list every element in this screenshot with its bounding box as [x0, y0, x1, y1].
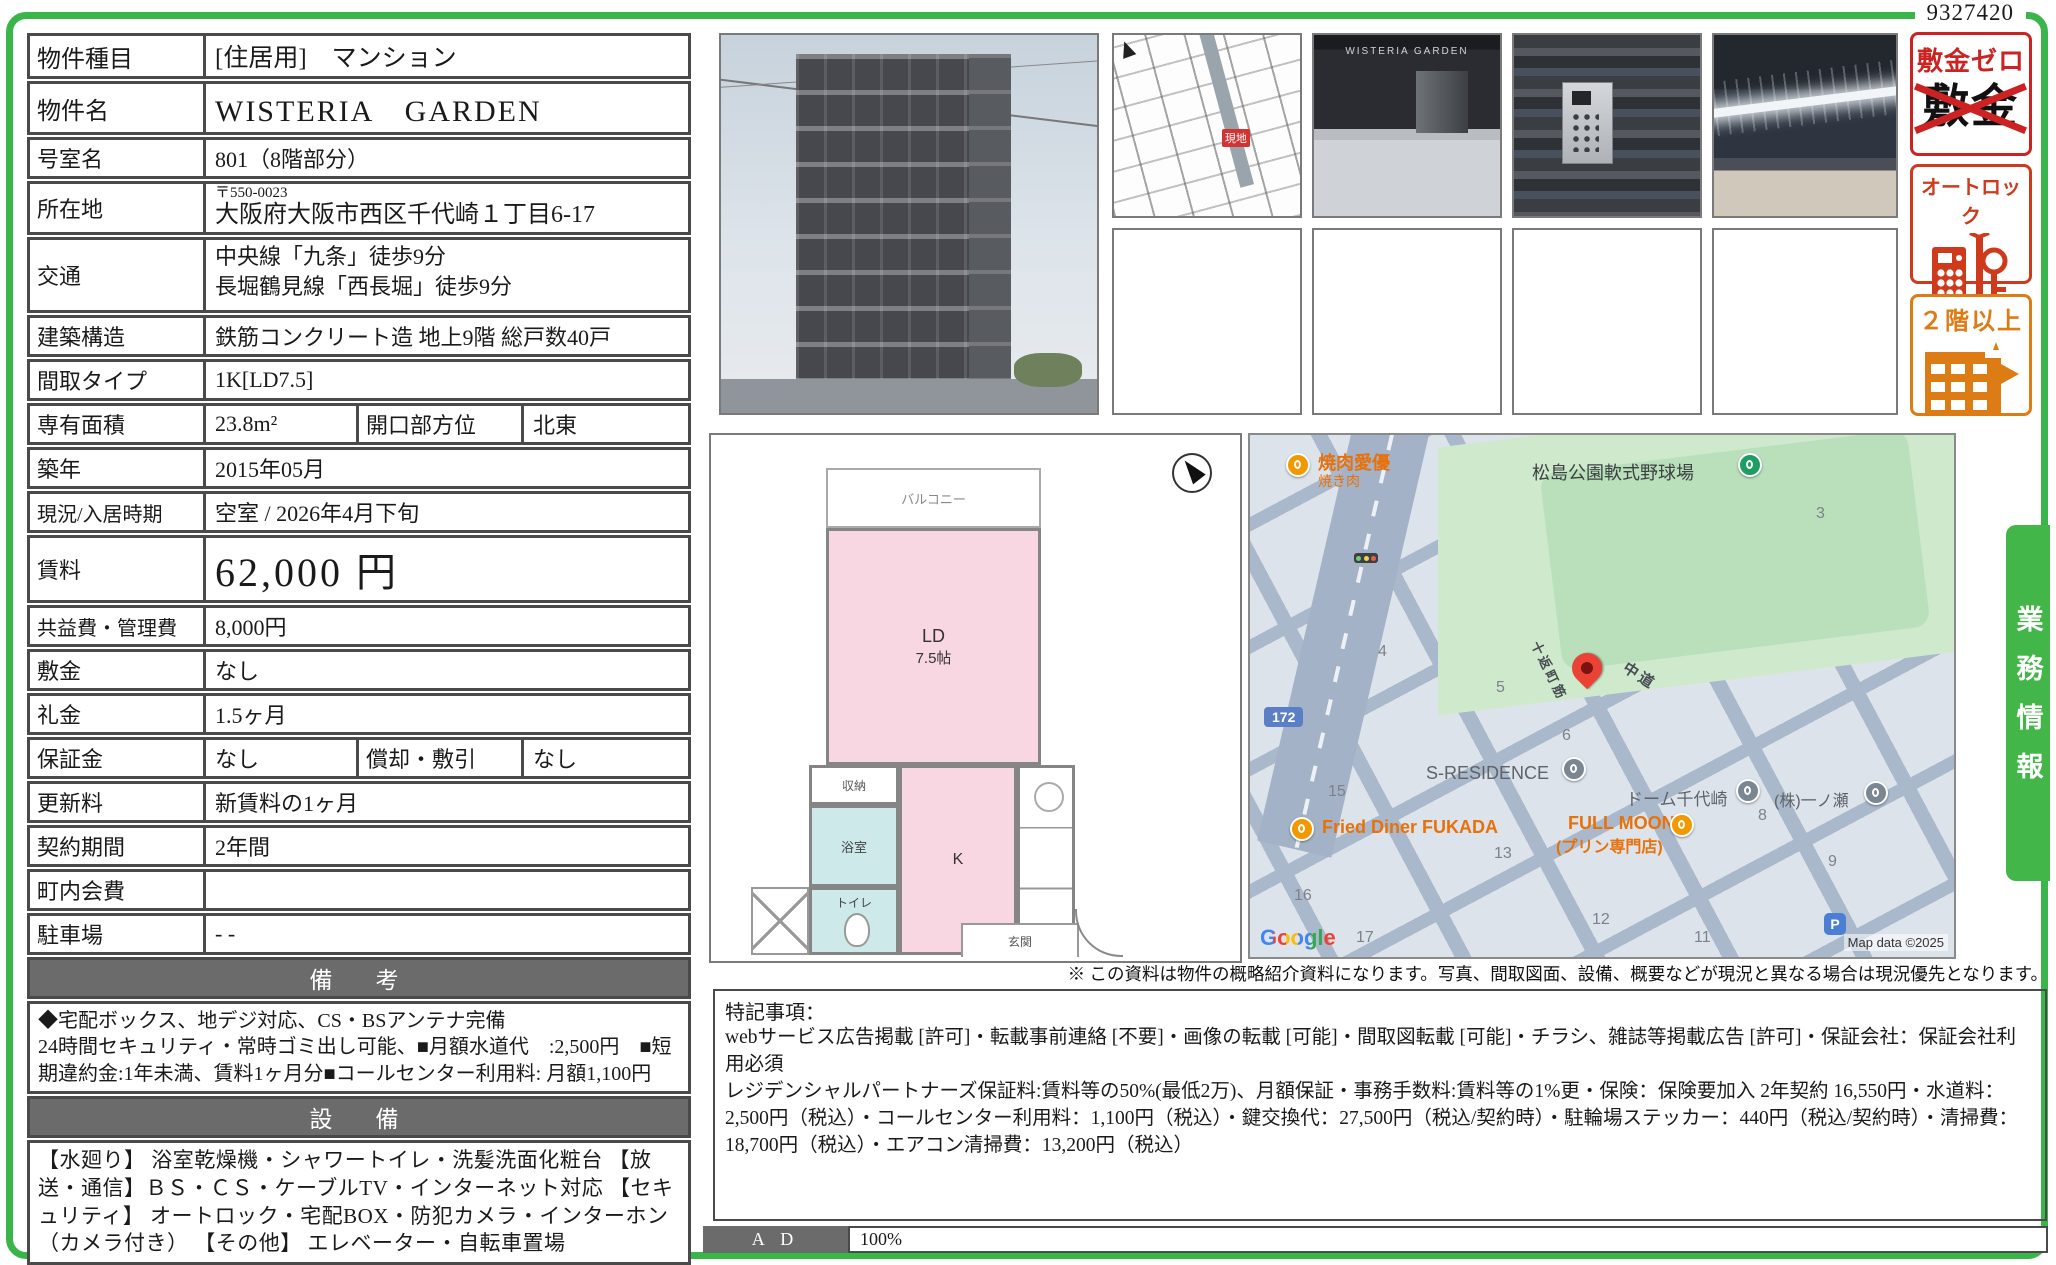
special-notes-box: 特記事項： webサービス広告掲載 [許可]・転載事前連絡 [不要]・画像の転載… [713, 989, 2047, 1221]
special-notes-body: webサービス広告掲載 [許可]・転載事前連絡 [不要]・画像の転載 [可能]・… [725, 1025, 2035, 1160]
location-map: 焼肉愛優 焼き肉 松島公園軟式野球場 3 4 5 6 8 9 11 12 13 … [1248, 433, 1956, 959]
plan-closet: 収納 [809, 765, 899, 805]
address: 大阪府大阪市西区千代崎１丁目6-17 [215, 202, 679, 230]
google-logo: Google [1260, 925, 1336, 951]
access-line: 長堀鶴見線「西長堀」徒歩9分 [215, 272, 679, 302]
special-notes-title: 特記事項： [725, 996, 2035, 1025]
park-pin-icon [1738, 453, 1762, 477]
photo-placeholder [1112, 228, 1302, 415]
ad-value: 100% [848, 1226, 2048, 1253]
table-row: 物件名WISTERIA GARDEN [27, 81, 691, 135]
postal-code: 〒550-0023 [215, 185, 679, 202]
building-pin-icon [1864, 781, 1888, 805]
entrance-sign: WISTERIA GARDEN [1314, 46, 1500, 57]
restaurant-pin-icon [1670, 813, 1694, 837]
plan-entrance: 玄関 [961, 923, 1079, 957]
photo-placeholder [1712, 228, 1898, 415]
ad-bar: A D 100% [703, 1226, 2048, 1253]
table-row-access: 交通 中央線「九条」徒歩9分長堀鶴見線「西長堀」徒歩9分 [27, 237, 691, 313]
table-row-area: 専有面積 23.8m² 開口部方位 北東 [27, 403, 691, 445]
rent-amount: 62,000 円 [206, 538, 688, 600]
arrow-left-icon [2001, 364, 2019, 384]
building-pin-icon [1736, 779, 1760, 803]
restaurant-pin-icon [1286, 453, 1310, 477]
plan-toilet: トイレ [809, 887, 899, 955]
plan-washer-space [751, 887, 809, 955]
building-pin-icon [1562, 757, 1586, 781]
ad-label: A D [703, 1226, 848, 1253]
map-copyright: Map data ©2025 [1844, 934, 1948, 951]
remarks-text: ◆宅配ボックス、地デジ対応、CS・BSアンテナ完備 24時間セキュリティ・常時ゴ… [27, 1001, 691, 1094]
equipment-text: 【水廻り】 浴室乾燥機・シャワートイレ・洗髪洗面化粧台 【放送・通信】ＢＳ・ＣＳ… [27, 1140, 691, 1265]
business-info-tab: 業務情報 [2006, 525, 2050, 881]
building-floors-icon [1923, 340, 2019, 416]
route-badge: 172 [1264, 707, 1303, 727]
badge-autolock: オートロック [1910, 164, 2032, 284]
table-row: 物件種目[住居用] マンション [27, 33, 691, 79]
document-number: 9327420 [1915, 0, 2027, 26]
photo-placeholder [1312, 228, 1502, 415]
table-row: 礼金1.5ヶ月 [27, 693, 691, 735]
table-row: 契約期間2年間 [27, 825, 691, 867]
photo-mailboxes [1712, 33, 1898, 218]
park-label: 松島公園軟式野球場 [1532, 459, 1694, 485]
restaurant-pin-icon [1290, 817, 1314, 841]
table-row: 町内会費 [27, 869, 691, 911]
building [796, 54, 969, 379]
table-row: 共益費・管理費8,000円 [27, 605, 691, 647]
table-row: 間取タイプ1K[LD7.5] [27, 359, 691, 401]
plan-balcony: バルコニー [826, 468, 1041, 528]
table-row: 更新料新賃料の1ヶ月 [27, 781, 691, 823]
property-name: WISTERIA GARDEN [206, 84, 688, 132]
photo-location-sketch: 現地 [1112, 33, 1302, 218]
section-header-equipment: 設 備 [27, 1096, 691, 1138]
floor-plan: バルコニー LD7.5帖 収納 浴室 トイレ K 玄関 [709, 433, 1242, 963]
badge-second-floor-plus: ２階以上 [1910, 294, 2032, 416]
table-row: 現況/入居時期空室 / 2026年4月下旬 [27, 491, 691, 533]
crossed-out-deposit: 敷金 [1923, 84, 2019, 130]
plan-living: LD7.5帖 [826, 528, 1041, 765]
section-header-remarks: 備 考 [27, 957, 691, 999]
badge-no-deposit: 敷金ゼロ 敷金 [1910, 32, 2032, 156]
property-flyer: 9327420 物件種目[住居用] マンション 物件名WISTERIA GARD… [0, 0, 2056, 1265]
plan-door-arc [1075, 909, 1123, 957]
site-marker: 現地 [1222, 129, 1250, 147]
intercom-panel [1562, 82, 1612, 164]
photo-intercom [1512, 33, 1702, 218]
table-row: 築年2015年05月 [27, 447, 691, 489]
table-row-deposit: 保証金 なし 償却・敷引 なし [27, 737, 691, 779]
table-row: 駐車場- - [27, 913, 691, 955]
property-table: 物件種目[住居用] マンション 物件名WISTERIA GARDEN 号室名80… [27, 33, 691, 1265]
photo-building-exterior [719, 33, 1099, 415]
photo-entrance: WISTERIA GARDEN [1312, 33, 1502, 218]
parking-icon: P [1824, 913, 1846, 935]
plan-bath: 浴室 [809, 805, 899, 887]
photo-placeholder [1512, 228, 1702, 415]
compass-icon [1172, 453, 1212, 493]
table-row: 建築構造鉄筋コンクリート造 地上9階 総戸数40戸 [27, 315, 691, 357]
table-row-rent: 賃料62,000 円 [27, 535, 691, 603]
access-line: 中央線「九条」徒歩9分 [215, 242, 679, 272]
table-row: 号室名801（8階部分） [27, 137, 691, 179]
traffic-light-icon [1354, 553, 1378, 563]
disclaimer-note: ※ この資料は物件の概略紹介資料になります。写真、間取図面、設備、概要などが現況… [860, 961, 2048, 986]
table-row: 敷金なし [27, 649, 691, 691]
table-row-address: 所在地 〒550-0023大阪府大阪市西区千代崎１丁目6-17 [27, 181, 691, 235]
